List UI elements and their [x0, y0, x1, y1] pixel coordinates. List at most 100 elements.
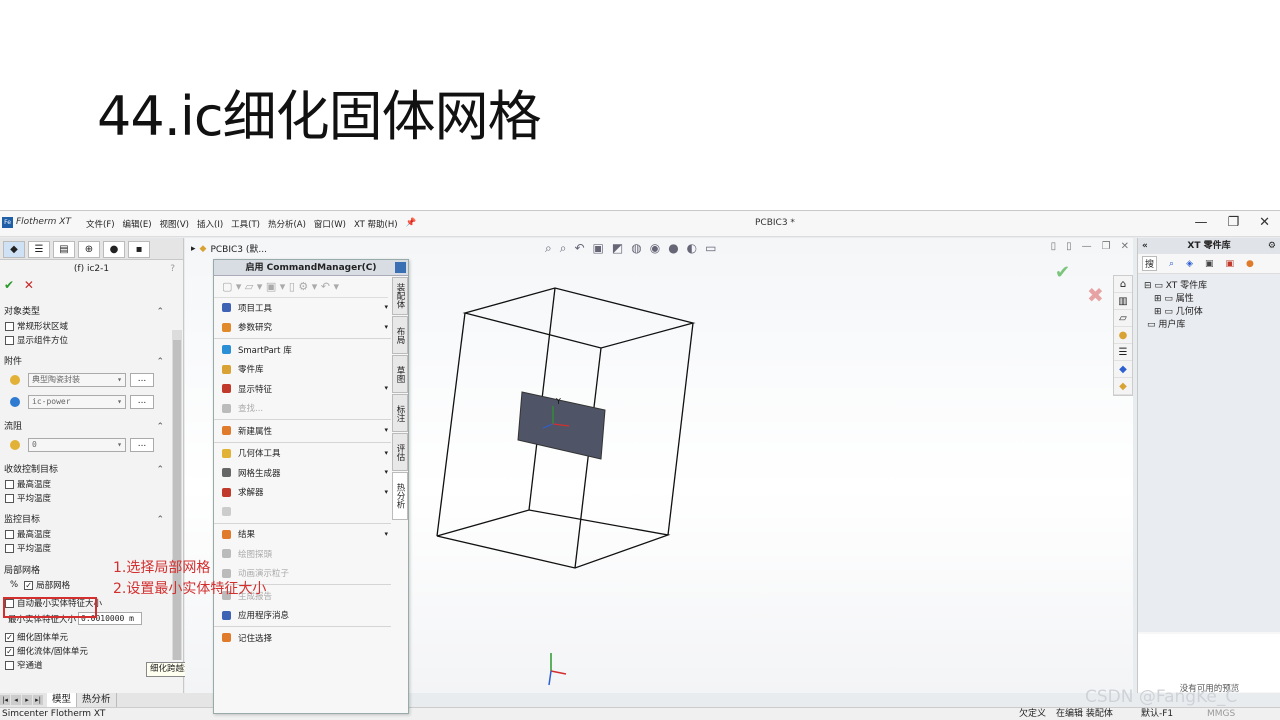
- checkbox-icon[interactable]: [5, 493, 14, 503]
- tree-node-geometry[interactable]: ⊞ ▭ 几何体: [1144, 304, 1275, 317]
- ok-button[interactable]: ✔: [4, 278, 14, 292]
- properties-icon[interactable]: ☰: [1114, 344, 1132, 361]
- feature-tree-tab-icon[interactable]: ◆: [3, 241, 25, 258]
- submenu-arrow-icon[interactable]: ▾: [384, 384, 388, 392]
- collapse-icon[interactable]: ⌃: [156, 355, 164, 369]
- collapse-icon[interactable]: ⌃: [156, 513, 164, 527]
- checkbox-max-temp[interactable]: 最高温度: [0, 477, 172, 491]
- collapse-icon[interactable]: ⌃: [156, 420, 164, 434]
- checkbox-icon[interactable]: ✓: [5, 632, 14, 642]
- thermal-tab-icon[interactable]: ▪: [128, 241, 150, 258]
- menu-edit[interactable]: 编辑(E): [123, 218, 152, 230]
- collapse-pane-icon[interactable]: «: [1142, 238, 1148, 254]
- search-icon[interactable]: ⌕: [1169, 259, 1174, 269]
- scrollbar-thumb[interactable]: [173, 340, 181, 660]
- submenu-arrow-icon[interactable]: ▾: [384, 303, 388, 311]
- collapse-icon[interactable]: ⌃: [156, 305, 164, 319]
- checkbox-regular-shape[interactable]: 常规形状区域: [0, 319, 172, 333]
- tree-node-root[interactable]: ⊟ ▭ XT 零件库: [1144, 278, 1275, 291]
- settings-gear-icon[interactable]: ⚙: [1268, 238, 1276, 254]
- power-select[interactable]: ic-power: [28, 395, 126, 409]
- close-button[interactable]: ✕: [1259, 215, 1270, 230]
- checkbox-refine-solid[interactable]: ✓ 细化固体单元: [0, 630, 172, 644]
- command-item[interactable]: 网格生成器 ▾: [214, 463, 391, 483]
- material-select[interactable]: 典型陶瓷封装: [28, 373, 126, 387]
- tab-sketch[interactable]: 草图: [392, 355, 408, 393]
- menu-insert[interactable]: 插入(I): [197, 218, 223, 230]
- command-item[interactable]: 显示特征 ▾: [214, 379, 391, 399]
- folder-icon[interactable]: ▱: [1114, 310, 1132, 327]
- submenu-arrow-icon[interactable]: ▾: [384, 449, 388, 457]
- status-config[interactable]: 默认-F1: [1141, 708, 1173, 720]
- menu-view[interactable]: 视图(V): [160, 218, 189, 230]
- tab-evaluate[interactable]: 评估: [392, 433, 408, 471]
- panel-scrollbar[interactable]: [172, 330, 182, 660]
- checkbox-show-orientation[interactable]: 显示组件方位: [0, 333, 172, 347]
- tab-markup[interactable]: 标注: [392, 394, 408, 432]
- target-tab-icon[interactable]: ⊕: [78, 241, 100, 258]
- checkbox-icon[interactable]: [5, 335, 14, 345]
- checkbox-icon[interactable]: [5, 321, 14, 331]
- print-icon[interactable]: ▯: [289, 280, 295, 293]
- checkbox-max-temp[interactable]: 最高温度: [0, 527, 172, 541]
- appearance-icon[interactable]: ●: [1114, 327, 1132, 344]
- submenu-arrow-icon[interactable]: ▾: [384, 468, 388, 476]
- thermal-icon[interactable]: ◆: [1114, 361, 1132, 378]
- component-icon[interactable]: ▣: [1226, 259, 1235, 269]
- submenu-arrow-icon[interactable]: ▾: [384, 488, 388, 496]
- checkbox-icon[interactable]: [5, 543, 14, 553]
- command-item[interactable]: 新建属性 ▾: [214, 421, 391, 441]
- open-icon[interactable]: ▱: [245, 280, 253, 293]
- prev-tab-icon[interactable]: ◂: [11, 695, 21, 705]
- tab-layout[interactable]: 布局: [392, 316, 408, 354]
- home-icon[interactable]: ⌂: [1114, 276, 1132, 293]
- command-manager-title-text[interactable]: 启用 CommandManager(C): [246, 263, 377, 273]
- property-tab-icon[interactable]: ☰: [28, 241, 50, 258]
- last-tab-icon[interactable]: ▸|: [33, 695, 43, 705]
- config-tab-icon[interactable]: ▤: [53, 241, 75, 258]
- checkbox-avg-temp[interactable]: 平均温度: [0, 491, 172, 505]
- save-icon[interactable]: ▣: [266, 280, 276, 293]
- command-item[interactable]: 零件库: [214, 360, 391, 380]
- browse-button[interactable]: ...: [130, 373, 154, 387]
- submenu-arrow-icon[interactable]: ▾: [384, 530, 388, 538]
- checkbox-icon[interactable]: ✓: [24, 580, 34, 590]
- checkbox-icon[interactable]: ✓: [5, 646, 14, 656]
- tab-model[interactable]: 模型: [47, 693, 78, 707]
- tree-node-user-library[interactable]: ▭ 用户库: [1144, 317, 1275, 330]
- command-item[interactable]: 结果 ▾: [214, 525, 391, 545]
- resistance-select[interactable]: 0: [28, 438, 126, 452]
- command-item[interactable]: 参数研究 ▾: [214, 318, 391, 338]
- pin-icon[interactable]: 📌: [406, 218, 417, 230]
- help-icon[interactable]: ?: [170, 264, 175, 274]
- command-item[interactable]: 项目工具 ▾: [214, 298, 391, 318]
- appearance-tab-icon[interactable]: ●: [103, 241, 125, 258]
- color-icon[interactable]: ●: [1246, 259, 1254, 269]
- library-icon[interactable]: ▥: [1114, 293, 1132, 310]
- command-item[interactable]: SmartPart 库: [214, 340, 391, 360]
- menu-window[interactable]: 窗口(W): [314, 218, 346, 230]
- first-tab-icon[interactable]: |◂: [0, 695, 10, 705]
- menu-thermal[interactable]: 热分析(A): [268, 218, 306, 230]
- status-units[interactable]: MMGS: [1207, 708, 1235, 720]
- checkbox-icon[interactable]: [5, 479, 14, 489]
- menu-tools[interactable]: 工具(T): [231, 218, 260, 230]
- tab-thermal-analysis[interactable]: 热分析: [392, 472, 408, 520]
- xt-library-icon[interactable]: ◆: [1114, 378, 1132, 395]
- chip-icon[interactable]: ▣: [1205, 259, 1214, 269]
- menu-file[interactable]: 文件(F): [86, 218, 115, 230]
- browse-button[interactable]: ...: [130, 395, 154, 409]
- pin-menu-icon[interactable]: [395, 262, 406, 273]
- new-doc-icon[interactable]: ▢: [222, 280, 232, 293]
- browse-button[interactable]: ...: [130, 438, 154, 452]
- tab-assembly[interactable]: 装配体: [392, 277, 408, 315]
- tree-node-properties[interactable]: ⊞ ▭ 属性: [1144, 291, 1275, 304]
- checkbox-icon[interactable]: [5, 529, 14, 539]
- tab-thermal[interactable]: 热分析: [77, 693, 117, 707]
- undo-icon[interactable]: ↶: [321, 280, 330, 293]
- search-tab[interactable]: 搜: [1142, 256, 1158, 271]
- command-item[interactable]: 应用程序消息: [214, 606, 391, 626]
- checkbox-icon[interactable]: [5, 660, 14, 670]
- command-item[interactable]: 求解器 ▾: [214, 483, 391, 503]
- next-tab-icon[interactable]: ▸: [22, 695, 32, 705]
